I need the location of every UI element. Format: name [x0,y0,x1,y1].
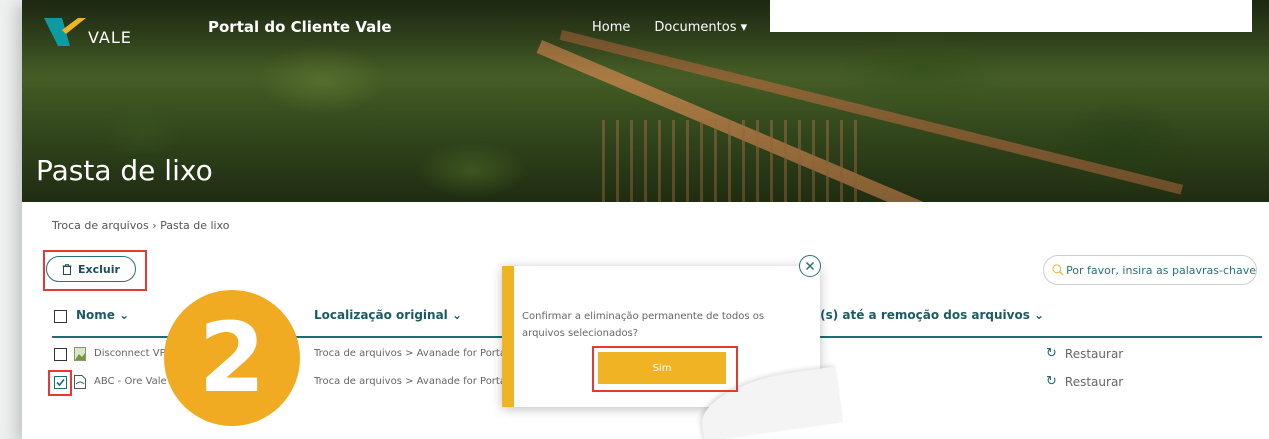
row-file-name[interactable]: ABC - Ore Vale [94,376,167,387]
search-input[interactable]: Por favor, insira as palavras-chave [1043,255,1257,285]
step-number-badge: 2 [164,290,300,426]
dialog-message: Confirmar a eliminação permanente de tod… [522,311,765,339]
close-icon [805,261,815,271]
restore-button[interactable]: ↻ Restaurar [1046,374,1123,389]
portal-frame: VALE Portal do Cliente Vale Home Documen… [22,0,1269,439]
restore-label: Restaurar [1064,374,1124,389]
page-title: Pasta de lixo [36,154,213,187]
vale-logo-icon [44,18,86,46]
column-header-name[interactable]: Nome ⌄ [76,308,129,322]
restore-icon: ↻ [1046,346,1057,361]
checkbox-highlight [48,370,72,396]
vale-logo[interactable]: VALE [44,14,164,50]
restore-button[interactable]: ↻ Restaurar [1046,346,1123,361]
row-file-name[interactable]: Disconnect VP [94,348,166,359]
row-checkbox[interactable] [54,348,67,361]
portal-title[interactable]: Portal do Cliente Vale [208,18,392,36]
restore-label: Restaurar [1064,346,1124,361]
select-all-checkbox[interactable] [54,310,67,323]
nav-documentos[interactable]: Documentos ▾ [654,20,747,35]
logo-text: VALE [88,28,132,47]
search-icon [1052,264,1064,276]
dialog-close-button[interactable] [799,255,821,277]
restore-icon: ↻ [1046,374,1057,389]
confirm-button-highlight [592,346,738,392]
search-placeholder: Por favor, insira as palavras-chave [1066,263,1256,277]
column-header-days[interactable]: a(s) até a remoção dos arquivos ⌄ [812,308,1044,322]
top-overlay-panel [770,0,1252,32]
nav-home[interactable]: Home [592,20,630,35]
main-nav: Home Documentos ▾ [592,20,747,35]
image-file-icon [74,347,86,361]
delete-button-highlight [43,250,147,291]
breadcrumb[interactable]: Troca de arquivos › Pasta de lixo [52,219,230,232]
column-header-location[interactable]: Localização original ⌄ [314,308,462,322]
confirm-delete-dialog: Confirmar a eliminação permanente de tod… [502,255,844,439]
document-file-icon [74,375,86,389]
